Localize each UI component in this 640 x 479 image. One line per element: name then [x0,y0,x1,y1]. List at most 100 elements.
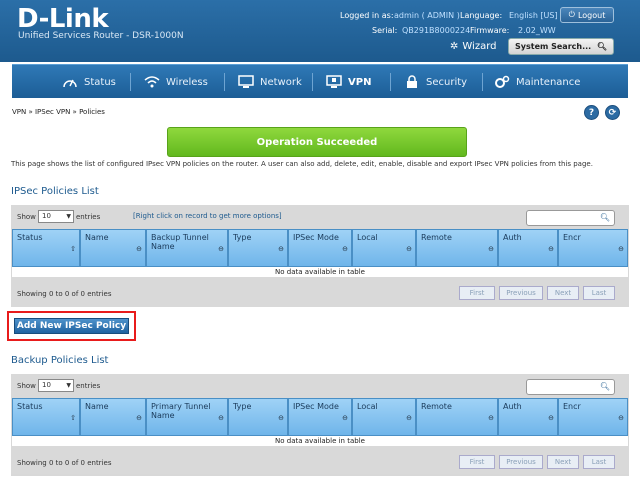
sort-icon: ⊖ [488,245,494,253]
serial-value: QB291B8000224 [402,26,471,35]
col-name[interactable]: Name ⊖ [80,229,146,267]
nav-separator [482,73,483,91]
show-label: Show [17,382,36,390]
nav-separator [312,73,313,91]
sort-icon: ⊖ [548,414,554,422]
entries-select[interactable]: 10 [38,210,74,223]
col-primary-tunnel[interactable]: Primary Tunnel Name ⊖ [146,398,228,436]
nav-wireless[interactable]: Wireless [144,65,208,99]
col-auth[interactable]: Auth ⊖ [498,398,558,436]
vpn-icon [326,75,342,88]
dlink-logo: D-Link [17,4,109,34]
nav-maintenance[interactable]: Maintenance [494,65,580,99]
add-policy-highlight: Add New IPSec Policy [7,311,136,341]
col-encr[interactable]: Encr ⊖ [558,229,628,267]
wizard-link[interactable]: ✲ Wizard [450,41,497,52]
showing-info: Showing 0 to 0 of 0 entries [17,290,112,298]
search-icon: 🔍︎ [599,213,610,222]
monitor-icon [238,75,254,88]
main-nav: Status Wireless Network VPN Security Mai… [12,64,628,98]
nav-separator [224,73,225,91]
col-ipsec-mode[interactable]: IPSec Mode ⊖ [288,398,352,436]
table-search-input[interactable]: 🔍︎ [526,379,615,395]
entries-select[interactable]: 10 [38,379,74,392]
firmware-label: Firmware: [470,26,510,35]
sort-icon: ⊖ [406,414,412,422]
entries-label: entries [76,382,101,390]
search-icon: 🔍︎ [596,42,607,51]
logout-button[interactable]: ⏻ Logout [560,7,614,23]
sort-icon: ⊖ [488,414,494,422]
page-description: This page shows the list of configured I… [11,160,593,168]
col-backup-tunnel[interactable]: Backup Tunnel Name ⊖ [146,229,228,267]
col-status[interactable]: Status ⇧ [12,398,80,436]
add-ipsec-policy-button[interactable]: Add New IPSec Policy [14,318,129,334]
col-ipsec-mode[interactable]: IPSec Mode ⊖ [288,229,352,267]
gauge-icon [63,79,77,88]
no-data-row: No data available in table [12,436,628,446]
nav-separator [130,73,131,91]
sort-icon: ⊖ [136,245,142,253]
system-search-input[interactable]: System Search... 🔍︎ [508,38,614,55]
table-search-input[interactable]: 🔍︎ [526,210,615,226]
col-remote[interactable]: Remote ⊖ [416,229,498,267]
sort-icon: ⊖ [218,245,224,253]
success-alert: Operation Succeeded [167,127,467,157]
sort-icon: ⊖ [548,245,554,253]
product-subtitle: Unified Services Router - DSR-1000N [18,31,184,41]
col-remote[interactable]: Remote ⊖ [416,398,498,436]
last-page-button[interactable]: Last [583,286,615,300]
first-page-button[interactable]: First [459,455,495,469]
table-header: Status ⇧ Name ⊖ Primary Tunnel Name ⊖ Type ⊖… [12,398,628,436]
sort-icon: ⊖ [278,414,284,422]
show-label: Show [17,213,36,221]
nav-status[interactable]: Status [62,65,116,99]
sort-icon: ⊖ [136,414,142,422]
col-local[interactable]: Local ⊖ [352,229,416,267]
col-name[interactable]: Name ⊖ [80,398,146,436]
previous-page-button[interactable]: Previous [499,455,543,469]
last-page-button[interactable]: Last [583,455,615,469]
table-footer: Showing 0 to 0 of 0 entries First Previo… [11,277,629,307]
col-auth[interactable]: Auth ⊖ [498,229,558,267]
backup-policies-title: Backup Policies List [11,355,109,366]
table-footer: Showing 0 to 0 of 0 entries First Previo… [11,446,629,474]
logged-in-label: Logged in as: [340,11,394,20]
wifi-icon [144,76,160,88]
refresh-icon[interactable]: ⟳ [605,105,620,120]
table-header: Status ⇧ Name ⊖ Backup Tunnel Name ⊖ Type ⊖ … [12,229,628,267]
lock-icon [407,75,417,88]
previous-page-button[interactable]: Previous [499,286,543,300]
ipsec-policies-title: IPSec Policies List [11,186,99,197]
sort-icon: ⊖ [618,245,624,253]
sort-up-icon: ⇧ [70,414,76,422]
language-select[interactable]: English [US] [509,11,558,20]
backup-policies-table: Show 10 entries 🔍︎ Status⇧ Name⊖ Primary… [11,374,629,476]
sort-icon: ⊖ [218,414,224,422]
sort-icon: ⊖ [618,414,624,422]
language-label: Language: [460,11,503,20]
col-status[interactable]: Status ⇧ [12,229,80,267]
col-local[interactable]: Local ⊖ [352,398,416,436]
nav-security[interactable]: Security [404,65,467,99]
col-type[interactable]: Type ⊖ [228,398,288,436]
breadcrumb: VPN » IPSec VPN » Policies [12,108,105,116]
sort-icon: ⊖ [278,245,284,253]
help-icon[interactable]: ? [584,105,599,120]
nav-vpn[interactable]: VPN [326,65,371,99]
next-page-button[interactable]: Next [547,286,579,300]
power-icon: ⏻ [568,10,575,19]
col-type[interactable]: Type ⊖ [228,229,288,267]
ipsec-policies-table: Show 10 entries [Right click on record t… [11,205,629,307]
sort-up-icon: ⇧ [70,245,76,253]
next-page-button[interactable]: Next [547,455,579,469]
nav-separator [390,73,391,91]
first-page-button[interactable]: First [459,286,495,300]
nav-network[interactable]: Network [238,65,302,99]
col-encr[interactable]: Encr ⊖ [558,398,628,436]
table-toolbar: Show 10 entries 🔍︎ [11,374,629,398]
showing-info: Showing 0 to 0 of 0 entries [17,459,112,467]
firmware-value: 2.02_WW [518,26,556,35]
sort-icon: ⊖ [342,245,348,253]
right-click-hint: [Right click on record to get more optio… [133,212,282,220]
